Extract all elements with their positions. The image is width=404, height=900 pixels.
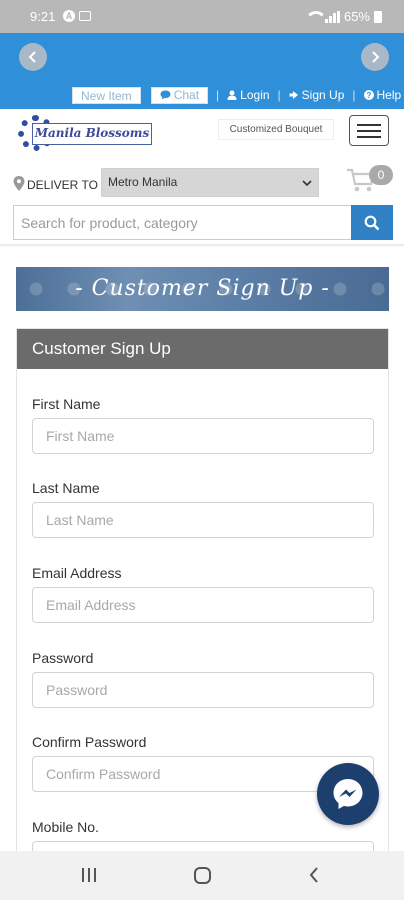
battery-percent: 65% — [343, 9, 370, 24]
customized-bouquet-link[interactable]: Customized Bouquet — [218, 119, 334, 140]
signal-icon — [324, 10, 340, 23]
form-title: Customer Sign Up — [17, 329, 388, 369]
help-label: Help — [376, 88, 402, 102]
divider: | — [277, 88, 281, 102]
recent-apps-icon[interactable] — [80, 865, 98, 885]
status-right: 65% — [304, 9, 382, 24]
banner-title: - Customer Sign Up - — [75, 276, 330, 301]
password-label: Password — [32, 650, 94, 666]
sign-up-link[interactable]: Sign Up — [289, 88, 345, 102]
logo-text: Manila Blossoms — [32, 123, 152, 145]
email-field[interactable] — [32, 587, 374, 623]
top-header: New Item Chat | Login | Sign Up | ? Help — [0, 33, 404, 109]
sign-in-icon — [289, 91, 298, 99]
signup-banner: - Customer Sign Up - — [16, 267, 389, 311]
search-bar — [13, 205, 393, 240]
deliver-row: DELIVER TO Metro Manila 0 — [0, 161, 404, 206]
first-name-field[interactable] — [32, 418, 374, 454]
home-icon[interactable] — [192, 865, 212, 885]
battery-icon — [374, 10, 382, 23]
image-notification-icon — [79, 11, 91, 21]
search-icon — [364, 215, 380, 230]
chevron-right-icon[interactable] — [361, 43, 389, 71]
chevron-down-icon — [302, 180, 312, 187]
first-name-label: First Name — [32, 396, 101, 412]
last-name-label: Last Name — [32, 480, 100, 496]
system-nav-bar — [0, 851, 404, 900]
login-link[interactable]: Login — [227, 88, 270, 102]
deliver-selected-value: Metro Manila — [108, 175, 178, 189]
deliver-location-select[interactable]: Metro Manila — [101, 168, 319, 197]
email-label: Email Address — [32, 565, 122, 581]
password-field[interactable] — [32, 672, 374, 708]
divider: | — [216, 88, 220, 102]
wifi-icon — [304, 10, 327, 23]
hamburger-icon[interactable] — [349, 115, 389, 146]
last-name-field[interactable] — [32, 502, 374, 538]
help-link[interactable]: ? Help — [363, 88, 402, 102]
status-bar: 9:21 A 65% — [0, 0, 404, 33]
chevron-left-icon[interactable] — [19, 43, 47, 71]
chat-button[interactable]: Chat — [150, 86, 209, 104]
divider: | — [352, 88, 356, 102]
login-label: Login — [240, 88, 270, 102]
user-icon — [227, 90, 237, 100]
back-icon[interactable] — [306, 865, 322, 885]
new-item-button[interactable]: New Item — [72, 86, 141, 104]
messenger-icon — [333, 779, 363, 809]
deliver-to-label: DELIVER TO — [27, 178, 98, 192]
search-input[interactable] — [13, 205, 351, 240]
header-divider — [0, 244, 404, 247]
sign-up-label: Sign Up — [301, 88, 345, 102]
brand-logo[interactable]: Manila Blossoms — [18, 115, 153, 151]
speech-bubble-icon — [160, 90, 171, 100]
header-links: New Item Chat | Login | Sign Up | ? Help — [72, 86, 401, 104]
logo-row: Manila Blossoms Customized Bouquet — [0, 109, 404, 161]
mobile-label: Mobile No. — [32, 819, 99, 835]
chat-label: Chat — [173, 88, 200, 102]
question-circle-icon: ? — [363, 90, 374, 100]
confirm-password-label: Confirm Password — [32, 734, 147, 750]
messenger-button[interactable] — [317, 763, 379, 825]
map-pin-icon — [13, 176, 25, 191]
status-time: 9:21 — [30, 9, 56, 24]
app-notification-icon: A — [63, 10, 75, 22]
cart-count-badge: 0 — [369, 165, 393, 185]
search-button[interactable] — [351, 205, 393, 240]
svg-text:?: ? — [366, 91, 371, 100]
